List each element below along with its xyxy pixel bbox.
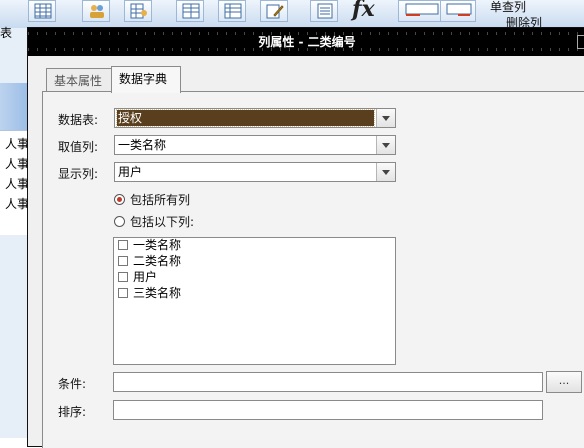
- display-column-label: 显示列:: [58, 167, 99, 181]
- table-grid-icon: [34, 3, 52, 19]
- column-properties-dialog: 列属性 - 二类编号 基本属性 数据字典 数据表: 授权 取值列: 一类名称 显…: [27, 27, 584, 448]
- close-icon[interactable]: [577, 35, 584, 49]
- users-button[interactable]: [82, 0, 110, 22]
- display-column-combobox[interactable]: 用户: [114, 162, 396, 182]
- column-checkbox-list[interactable]: 一类名称 二类名称 用户 三类名称: [113, 237, 396, 365]
- grid-right-button[interactable]: [440, 0, 476, 22]
- chevron-down-icon[interactable]: [376, 136, 395, 154]
- left-panel-list: 人事 人事 人事 人事: [0, 130, 29, 235]
- sort-input[interactable]: [113, 400, 543, 420]
- table-combobox[interactable]: 授权: [114, 108, 396, 128]
- include-following-columns-radio[interactable]: [114, 216, 125, 227]
- grid-right-icon: [446, 3, 472, 16]
- column-list-item-label: 用户: [133, 270, 158, 284]
- background-toolbar: fx 单查列 删除列: [0, 0, 584, 30]
- checkbox[interactable]: [118, 256, 128, 266]
- list-button[interactable]: [310, 0, 338, 22]
- table-grid-button[interactable]: [28, 0, 56, 22]
- condition-label: 条件:: [58, 377, 87, 391]
- include-all-columns-label[interactable]: 包括所有列: [130, 191, 190, 208]
- grid-left-icon: [405, 3, 439, 16]
- chevron-down-icon[interactable]: [376, 163, 395, 181]
- value-column-label: 取值列:: [58, 140, 99, 154]
- column-list-item-label: 一类名称: [133, 238, 182, 252]
- tab-basic-properties[interactable]: 基本属性: [46, 68, 112, 92]
- users-icon: [90, 5, 104, 18]
- grid-button-2[interactable]: [218, 0, 246, 22]
- grid-icon: [224, 3, 242, 19]
- toolbar-item-single-column[interactable]: 单查列: [490, 0, 526, 15]
- left-panel-row[interactable]: 人事: [5, 135, 29, 152]
- table-user-button[interactable]: [124, 0, 152, 22]
- left-panel-row[interactable]: 人事: [5, 175, 29, 192]
- checkbox[interactable]: [118, 288, 128, 298]
- edit-button[interactable]: [260, 0, 288, 22]
- left-panel-label: 表: [0, 26, 13, 40]
- condition-browse-button[interactable]: ...: [546, 371, 582, 393]
- value-column-combobox[interactable]: 一类名称: [114, 135, 396, 155]
- background-left-panel: 表 人事 人事 人事 人事: [0, 26, 29, 438]
- column-list-item-label: 二类名称: [133, 254, 182, 268]
- value-column-combobox-value: 一类名称: [118, 138, 167, 152]
- function-icon[interactable]: fx: [352, 0, 375, 22]
- checkbox[interactable]: [118, 240, 128, 250]
- checkbox[interactable]: [118, 272, 128, 282]
- condition-input[interactable]: [113, 372, 543, 392]
- grid-icon: [182, 3, 200, 19]
- tab-data-dictionary[interactable]: 数据字典: [111, 66, 181, 93]
- dialog-titlebar[interactable]: 列属性 - 二类编号: [28, 28, 584, 56]
- table-label: 数据表:: [58, 113, 99, 127]
- list-icon: [317, 3, 333, 19]
- column-list-item-label: 三类名称: [133, 286, 182, 300]
- sort-label: 排序:: [58, 405, 87, 419]
- include-following-columns-label[interactable]: 包括以下列:: [130, 213, 194, 230]
- left-panel-row[interactable]: 人事: [5, 195, 29, 212]
- chevron-down-icon[interactable]: [376, 109, 395, 127]
- edit-icon: [266, 4, 284, 19]
- table-combobox-value: 授权: [116, 109, 375, 127]
- dialog-title: 列属性 - 二类编号: [258, 35, 356, 49]
- data-dictionary-panel: 数据表: 授权 取值列: 一类名称 显示列: 用户 包括所有列 包括以下列: 一…: [42, 91, 584, 448]
- table-user-icon: [130, 3, 147, 19]
- grid-left-button[interactable]: [398, 0, 444, 22]
- display-column-combobox-value: 用户: [118, 165, 143, 179]
- include-all-columns-radio[interactable]: [114, 194, 125, 205]
- grid-button-1[interactable]: [176, 0, 204, 22]
- left-panel-row[interactable]: 人事: [5, 155, 29, 172]
